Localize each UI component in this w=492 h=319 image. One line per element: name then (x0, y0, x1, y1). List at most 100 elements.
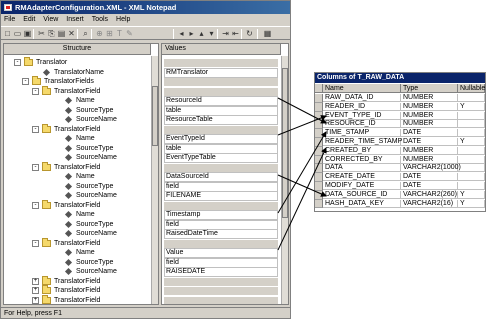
row-selector[interactable] (315, 190, 323, 200)
value-cell[interactable]: field (166, 182, 278, 192)
column-type-cell[interactable]: DATE (401, 182, 458, 190)
tree-node-element[interactable]: - TranslatorField (4, 161, 150, 173)
tree-node-attribute[interactable]: SourceName (4, 115, 150, 125)
column-nullable-cell[interactable] (458, 111, 485, 120)
value-cell[interactable] (166, 163, 278, 173)
value-cell[interactable] (166, 77, 278, 87)
row-selector[interactable] (315, 173, 323, 182)
column-nullable-cell[interactable]: Y (458, 102, 485, 111)
column-nullable-cell[interactable]: Y (458, 199, 485, 208)
row-selector[interactable] (315, 120, 323, 130)
column-name-cell[interactable]: HASH_DATA_KEY (323, 199, 401, 208)
column-nullable-cell[interactable] (458, 155, 485, 164)
collapse-icon[interactable]: - (14, 59, 21, 66)
collapse-icon[interactable]: - (32, 163, 39, 171)
column-name-cell[interactable]: MODIFY_DATE (323, 182, 401, 190)
collapse-icon[interactable]: - (32, 201, 39, 209)
column-type-cell[interactable]: VARCHAR2(16) (401, 199, 458, 208)
tree-node-element[interactable]: - TranslatorField (4, 123, 150, 135)
menu-insert[interactable]: Insert (66, 14, 84, 25)
row-selector[interactable] (315, 138, 323, 147)
tree-node-element[interactable]: + TranslatorField (4, 275, 150, 287)
value-cell[interactable] (166, 58, 278, 68)
column-type-cell[interactable]: NUMBER (401, 155, 458, 164)
column-nullable-cell[interactable] (458, 129, 485, 138)
column-name-cell[interactable]: CORRECTED_BY (323, 155, 401, 164)
row-selector[interactable] (315, 102, 323, 112)
tree-node-attribute[interactable]: TranslatorName (4, 68, 150, 78)
column-type-cell[interactable]: NUMBER (401, 120, 458, 129)
tree-node-attribute[interactable]: SourceType (4, 106, 150, 116)
column-type-cell[interactable]: NUMBER (401, 94, 458, 102)
tree-node-attribute[interactable]: Name (4, 172, 150, 182)
row-selector[interactable] (315, 182, 323, 191)
tree-node-attribute[interactable]: Name (4, 210, 150, 220)
value-cell[interactable]: FILENAME (166, 191, 278, 201)
paste-icon[interactable]: ▤ (57, 29, 66, 38)
value-cell[interactable]: ResourceId (166, 96, 278, 106)
tree-node-element[interactable]: + TranslatorField (4, 285, 150, 296)
value-cell[interactable]: RMTranslator (166, 68, 278, 78)
expand-icon[interactable]: + (32, 287, 39, 294)
collapse-icon[interactable]: - (32, 125, 39, 133)
value-cell[interactable]: EventTypeTable (166, 153, 278, 163)
column-nullable-cell[interactable] (458, 120, 485, 129)
tree-node-attribute[interactable]: Name (4, 96, 150, 106)
move-left-icon[interactable]: ◂ (177, 29, 186, 38)
menu-help[interactable]: Help (116, 14, 130, 25)
column-name-cell[interactable]: READER_ID (323, 102, 401, 111)
tree-node-attribute[interactable]: Name (4, 134, 150, 144)
row-selector[interactable] (315, 155, 323, 165)
expand-icon[interactable]: + (32, 296, 39, 304)
tree-node-attribute[interactable]: SourceName (4, 267, 150, 277)
value-cell[interactable] (166, 239, 278, 249)
column-nullable-cell[interactable]: Y (458, 138, 485, 146)
column-name-cell[interactable]: EVENT_TYPE_ID (323, 111, 401, 120)
column-nullable-cell[interactable] (458, 94, 485, 102)
tree-node-element[interactable]: + TranslatorField (4, 294, 150, 305)
row-selector[interactable] (315, 94, 323, 103)
move-right-icon[interactable]: ▸ (187, 29, 196, 38)
tree-node-attribute[interactable]: SourceType (4, 144, 150, 154)
insert-element-icon[interactable]: ⊕ (95, 29, 104, 38)
insert-text-icon[interactable]: T (115, 29, 124, 38)
collapse-icon[interactable]: - (22, 78, 29, 85)
refresh-icon[interactable]: ↻ (245, 29, 254, 38)
value-cell[interactable]: RAISEDATE (166, 267, 278, 277)
column-type-cell[interactable]: DATE (401, 138, 458, 146)
tree-node-attribute[interactable]: SourceName (4, 153, 150, 163)
move-down-icon[interactable]: ▾ (207, 29, 216, 38)
column-nullable-cell[interactable]: Y (458, 190, 485, 199)
insert-attribute-icon[interactable]: ⊞ (105, 29, 114, 38)
value-cell[interactable]: ResourceTable (166, 115, 278, 125)
find-icon[interactable]: ⌕ (81, 29, 90, 38)
row-selector[interactable] (315, 199, 323, 209)
tree-node-attribute[interactable]: SourceType (4, 258, 150, 268)
cut-icon[interactable]: ✂ (37, 29, 46, 38)
column-type-cell[interactable]: VARCHAR2(1000) (401, 164, 461, 173)
save-icon[interactable]: ▣ (23, 29, 32, 38)
value-cell[interactable]: field (166, 258, 278, 268)
column-header-type[interactable]: Type (401, 84, 458, 93)
value-cell[interactable]: Value (166, 248, 278, 258)
column-name-cell[interactable]: CREATED_BY (323, 146, 401, 155)
copy-icon[interactable]: ⎘ (47, 29, 56, 38)
tree-node-attribute[interactable]: SourceType (4, 220, 150, 230)
new-icon[interactable]: □ (3, 29, 12, 38)
structure-scroll-thumb[interactable] (152, 86, 158, 146)
value-cell[interactable]: Timestamp (166, 210, 278, 220)
tree-node-element[interactable]: - TranslatorFields (4, 76, 150, 87)
value-cell[interactable] (166, 296, 278, 305)
value-cell[interactable] (166, 286, 278, 296)
value-cell[interactable] (166, 87, 278, 97)
values-pane[interactable]: Values RMTranslator ResourceId table Resour… (161, 43, 289, 305)
collapse-icon[interactable]: - (32, 239, 39, 247)
value-cell[interactable]: field (166, 220, 278, 230)
row-selector[interactable] (315, 164, 323, 174)
menu-edit[interactable]: Edit (23, 14, 35, 25)
structure-scrollbar[interactable] (151, 56, 158, 304)
column-nullable-cell[interactable] (458, 182, 485, 190)
column-name-cell[interactable]: RESOURCE_ID (323, 120, 401, 129)
column-type-cell[interactable]: NUMBER (401, 102, 458, 111)
column-name-cell[interactable]: DATA (323, 164, 401, 173)
